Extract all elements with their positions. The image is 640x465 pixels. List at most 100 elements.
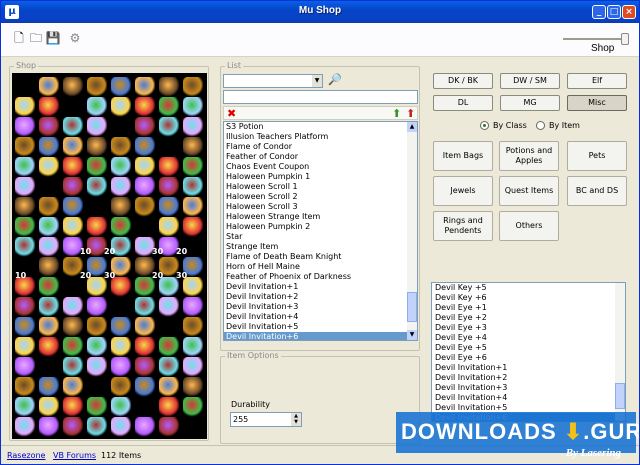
shop-item-slot[interactable] — [87, 277, 107, 297]
shop-item-slot[interactable] — [87, 357, 107, 377]
new-icon[interactable]: 🗋 — [11, 30, 27, 46]
shop-item-slot[interactable] — [111, 377, 131, 397]
shop-item-slot[interactable] — [15, 117, 35, 137]
maximize-button[interactable]: □ — [607, 5, 621, 19]
settings-icon[interactable]: ⚙ — [67, 30, 83, 46]
list-item[interactable]: Devil Invitation+4 — [224, 312, 417, 322]
shop-item-slot[interactable] — [183, 97, 203, 117]
filter-combo[interactable]: ▼ — [223, 74, 323, 88]
shop-item-slot[interactable] — [111, 317, 131, 337]
shop-item-slot[interactable] — [63, 277, 83, 297]
shop-item-slot[interactable] — [39, 397, 59, 417]
shop-item-slot[interactable] — [183, 177, 203, 197]
shop-item-slot[interactable] — [135, 397, 155, 417]
shop-item-slot[interactable] — [39, 117, 59, 137]
shop-item-slot[interactable] — [159, 357, 179, 377]
shop-item-slot[interactable] — [63, 137, 83, 157]
list-item[interactable]: Devil Invitation+6 — [224, 332, 417, 340]
shop-item-slot[interactable] — [183, 357, 203, 377]
shop-item-slot[interactable] — [15, 217, 35, 237]
shop-item-slot[interactable] — [111, 277, 131, 297]
shop-item-slot[interactable] — [135, 177, 155, 197]
shop-item-slot[interactable] — [15, 337, 35, 357]
category-others[interactable]: Others — [499, 211, 559, 241]
shop-item-slot[interactable] — [183, 117, 203, 137]
shop-item-slot[interactable] — [39, 197, 59, 217]
shop-item-slot[interactable] — [39, 297, 59, 317]
shop-item-slot[interactable] — [135, 357, 155, 377]
shop-item-slot[interactable] — [159, 197, 179, 217]
class-button-dw-sm[interactable]: DW / SM — [500, 73, 560, 89]
shop-item-slot[interactable] — [39, 257, 59, 277]
shop-item-slot[interactable] — [15, 157, 35, 177]
list-item[interactable]: Haloween Strange Item — [224, 212, 417, 222]
shop-item-slot[interactable] — [15, 317, 35, 337]
spin-down-icon[interactable]: ▼ — [294, 419, 298, 425]
shop-item-slot[interactable] — [111, 297, 131, 317]
shop-item-slot[interactable] — [39, 337, 59, 357]
scroll-thumb[interactable] — [407, 292, 417, 322]
delete-icon[interactable]: ✖ — [227, 107, 236, 120]
shop-item-slot[interactable] — [111, 337, 131, 357]
shop-item-slot[interactable] — [87, 197, 107, 217]
search-input[interactable] — [223, 90, 418, 104]
shop-item-slot[interactable] — [39, 137, 59, 157]
shop-item-slot[interactable] — [183, 337, 203, 357]
rasezone-link[interactable]: Rasezone — [7, 451, 45, 460]
shop-item-slot[interactable] — [15, 397, 35, 417]
shop-item-slot[interactable] — [111, 177, 131, 197]
list-item[interactable]: Haloween Pumpkin 1 — [224, 172, 417, 182]
by-item-radio[interactable] — [536, 121, 545, 130]
list-item[interactable]: Haloween Pumpkin 2 — [224, 222, 417, 232]
shop-item-slot[interactable] — [159, 277, 179, 297]
shop-item-slot[interactable] — [159, 97, 179, 117]
list-item[interactable]: Devil Invitation+2 — [224, 292, 417, 302]
list-item[interactable]: Flame of Death Beam Knight — [224, 252, 417, 262]
category-potions-apples[interactable]: Potions and Apples — [499, 141, 559, 171]
shop-item-slot[interactable] — [135, 377, 155, 397]
shop-item-slot[interactable] — [135, 137, 155, 157]
shop-item-slot[interactable] — [63, 297, 83, 317]
shop-item-slot[interactable] — [135, 217, 155, 237]
shop-item-slot[interactable] — [39, 77, 59, 97]
category-bc-ds[interactable]: BC and DS — [567, 176, 627, 206]
shop-item-slot[interactable] — [15, 137, 35, 157]
class-button-elf[interactable]: Elf — [567, 73, 627, 89]
shop-item-slot[interactable] — [111, 97, 131, 117]
open-icon[interactable]: 🗀 — [28, 30, 44, 46]
shop-item-slot[interactable] — [87, 77, 107, 97]
list-item[interactable]: Haloween Scroll 3 — [224, 202, 417, 212]
result-list-item[interactable]: Devil Invitation+1 — [432, 363, 625, 373]
shop-item-slot[interactable] — [63, 217, 83, 237]
result-list-item[interactable]: Devil Invitation+4 — [432, 393, 625, 403]
shop-item-slot[interactable] — [87, 157, 107, 177]
shop-item-slot[interactable] — [39, 357, 59, 377]
shop-item-slot[interactable] — [15, 377, 35, 397]
shop-item-slot[interactable] — [135, 117, 155, 137]
result-list-item[interactable]: Devil Invitation+2 — [432, 373, 625, 383]
shop-item-slot[interactable] — [159, 137, 179, 157]
item-list[interactable]: S3 Potion Illusion Teachers Platform Flame… — [223, 121, 418, 341]
shop-item-slot[interactable] — [63, 117, 83, 137]
shop-item-slot[interactable] — [159, 217, 179, 237]
shop-item-slot[interactable] — [159, 77, 179, 97]
minimize-button[interactable]: _ — [592, 5, 606, 19]
class-button-mg[interactable]: MG — [500, 95, 560, 111]
list-item[interactable]: Haloween Scroll 2 — [224, 192, 417, 202]
shop-item-slot[interactable] — [135, 317, 155, 337]
shop-item-slot[interactable] — [111, 217, 131, 237]
shop-item-slot[interactable] — [111, 77, 131, 97]
shop-item-slot[interactable] — [15, 177, 35, 197]
close-button[interactable]: × — [622, 5, 636, 19]
category-item-bags[interactable]: Item Bags — [433, 141, 493, 171]
shop-item-slot[interactable] — [159, 337, 179, 357]
shop-item-slot[interactable] — [63, 337, 83, 357]
vb-forums-link[interactable]: VB Forums — [53, 451, 96, 460]
shop-item-slot[interactable] — [159, 177, 179, 197]
list-item[interactable]: Flame of Condor — [224, 142, 417, 152]
category-pets[interactable]: Pets — [567, 141, 627, 171]
shop-item-slot[interactable] — [39, 317, 59, 337]
shop-item-slot[interactable] — [63, 157, 83, 177]
result-list-item[interactable]: Devil Key +6 — [432, 293, 625, 303]
list-item[interactable]: Devil Invitation+3 — [224, 302, 417, 312]
